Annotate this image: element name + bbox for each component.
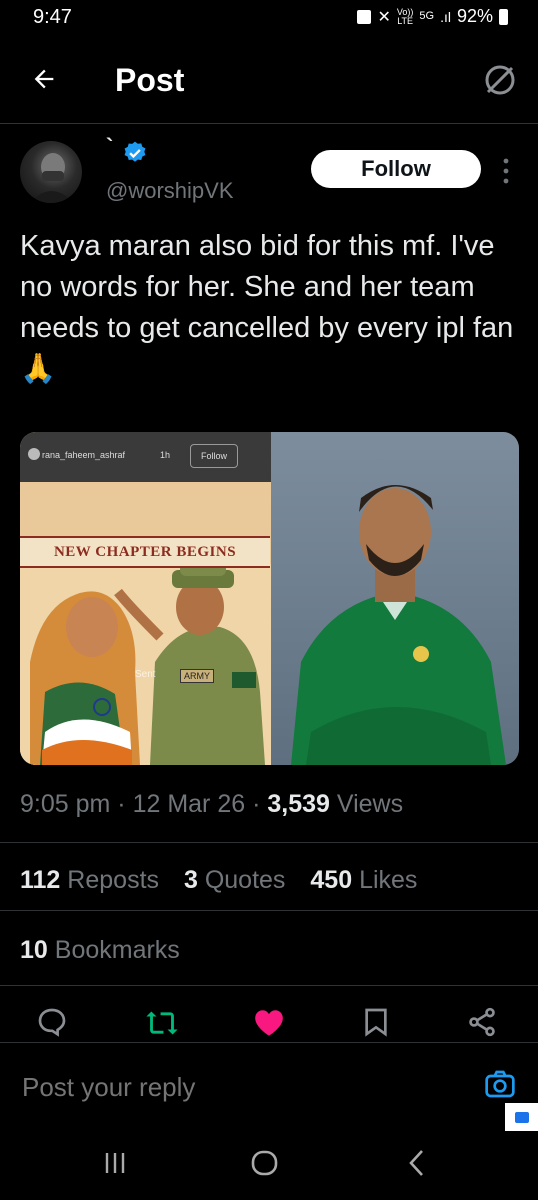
like-icon[interactable] [252,1006,286,1040]
author-handle[interactable]: @worshipVK [106,178,234,204]
display-name[interactable]: ` [106,134,113,160]
bookmark-icon[interactable] [360,1006,394,1040]
home-icon[interactable] [250,1148,280,1183]
stats-divider [0,910,538,911]
status-icons: ✕ Vo)) LTE 5G .ıl 92% [357,6,508,27]
battery-icon [499,8,508,25]
ig-username: rana_faheem_ashraf [42,450,126,460]
quotes-count: 3 [183,866,198,894]
repost-icon[interactable] [145,1006,179,1040]
views-label: Views [336,790,404,818]
more-vertical-icon[interactable] [500,156,512,186]
media-right-image [271,432,519,765]
ig-avatar [28,448,40,460]
reposts-label: Reposts [67,866,160,894]
views-count: 3,539 [267,790,330,818]
battery-percent: 92% [456,6,493,26]
recents-icon[interactable] [102,1150,128,1181]
page-title: Post [115,62,185,98]
reposts-count: 112 [20,866,61,894]
post-media[interactable]: rana_faheem_ashraf 1h Follow NEW CHAPTER… [20,432,519,765]
image-army-label: ARMY [180,669,215,683]
likes-label: Likes [359,866,418,894]
header-divider [0,123,538,124]
bookmarks-divider [0,985,538,986]
quotes-stat[interactable]: 3 Quotes [184,866,285,894]
post-stats: 112 Reposts 3 Quotes 450 Likes [20,866,435,895]
meta-divider [0,842,538,843]
post-meta: 9:05 pm · 12 Mar 26 · 3,539 Views [20,790,404,818]
likes-stat[interactable]: 450 Likes [310,866,417,894]
reply-input[interactable] [20,1068,464,1106]
reply-icon[interactable] [36,1006,70,1040]
image-sent-label: Sent [135,669,156,680]
post-date: 12 Mar 26 [132,790,246,818]
avatar[interactable] [20,141,82,203]
reposts-stat[interactable]: 112 Reposts [20,866,159,894]
ig-follow-button: Follow [190,444,238,468]
mute-icon: ✕ [377,8,391,26]
follow-button[interactable]: Follow [311,150,481,188]
notification-icon [357,9,372,24]
post-text: Kavya maran also bid for this mf. I've n… [20,230,514,385]
bookmarks-label: Bookmarks [54,936,180,964]
quotes-label: Quotes [204,866,286,894]
share-icon[interactable] [466,1006,500,1040]
bookmarks-count: 10 [20,936,48,964]
status-bar: 9:47 ✕ Vo)) LTE 5G .ıl 92% [0,0,538,40]
back-nav-icon[interactable] [404,1148,430,1183]
back-arrow-icon[interactable] [30,64,58,101]
system-nav-bar [0,1130,538,1200]
signal-icon: .ıl [440,8,451,25]
ig-time: 1h [160,450,171,460]
status-time: 9:47 [33,6,72,28]
screenshot-badge [505,1103,538,1131]
image-banner: NEW CHAPTER BEGINS [20,536,270,568]
verified-icon [122,140,148,166]
bookmarks-stat[interactable]: 10 Bookmarks [20,936,180,965]
media-left-image: rana_faheem_ashraf 1h Follow NEW CHAPTER… [20,432,271,765]
network-icon: 5G [419,10,435,22]
volte-icon: Vo)) LTE [396,6,414,26]
post-time: 9:05 pm [20,790,111,818]
actions-divider [0,1042,538,1043]
likes-count: 450 [310,866,353,894]
sparkle-icon[interactable] [480,60,520,100]
camera-icon[interactable] [484,1068,516,1100]
